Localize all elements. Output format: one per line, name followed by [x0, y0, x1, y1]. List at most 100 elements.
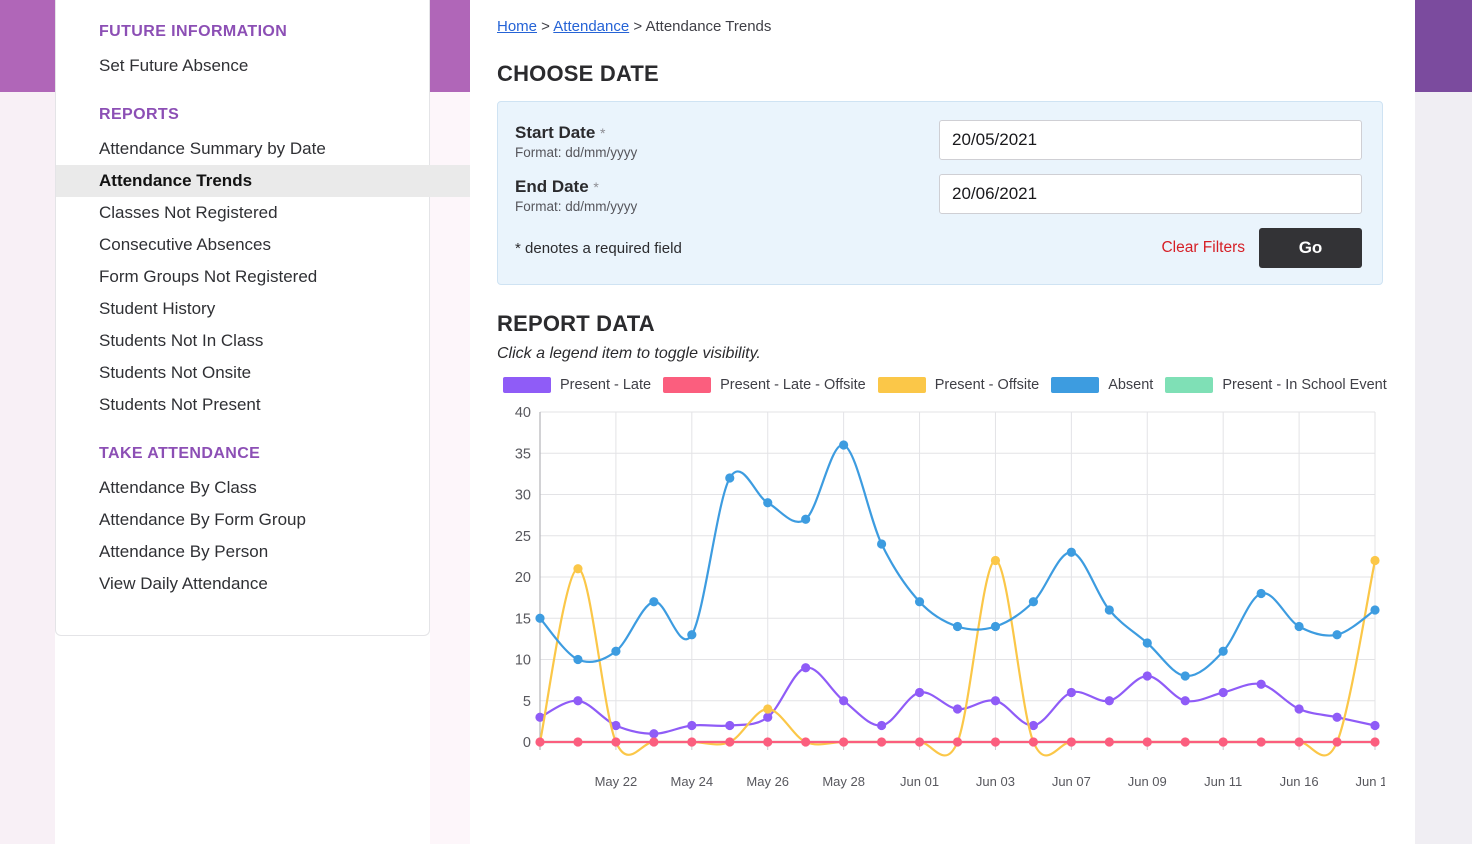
- data-point-3: [649, 729, 659, 739]
- sidebar-item-attendance-by-class[interactable]: Attendance By Class: [56, 472, 429, 504]
- data-point-11: [952, 621, 963, 632]
- data-point-7: [801, 663, 811, 673]
- sidebar-item-attendance-summary-by-date[interactable]: Attendance Summary by Date: [56, 133, 429, 165]
- x-axis-label-9: Jun 16: [1280, 774, 1319, 789]
- data-point-9: [876, 737, 887, 747]
- data-point-5: [725, 473, 735, 483]
- y-axis-label-10: 10: [515, 653, 531, 669]
- data-point-17: [1180, 696, 1190, 706]
- data-point-10: [914, 597, 925, 607]
- page-edge-right-pink: [1415, 92, 1472, 844]
- data-point-20: [1294, 737, 1304, 747]
- sidebar-item-students-not-in-class[interactable]: Students Not In Class: [56, 325, 429, 357]
- data-point-21: [1332, 712, 1342, 722]
- end-date-input[interactable]: [939, 174, 1362, 214]
- data-point-7: [801, 514, 811, 524]
- data-point-18: [1218, 737, 1228, 747]
- data-point-5: [725, 720, 735, 731]
- sidebar-item-view-daily-attendance[interactable]: View Daily Attendance: [56, 568, 429, 600]
- x-axis-label-4: Jun 01: [900, 774, 939, 789]
- data-point-4: [687, 630, 697, 640]
- sidebar-item-consecutive-absences[interactable]: Consecutive Absences: [56, 229, 429, 261]
- legend-item-present-late-offsite[interactable]: Present - Late - Offsite: [663, 377, 866, 393]
- data-point-22: [1370, 555, 1380, 566]
- x-axis-label-1: May 24: [670, 774, 713, 789]
- required-field-note: * denotes a required field: [515, 239, 682, 257]
- start-date-input[interactable]: [939, 120, 1362, 160]
- end-date-label-group: End Date * Format: dd/mm/yyyy: [515, 174, 939, 214]
- legend-swatch-icon-3: [1051, 377, 1100, 393]
- data-point-9: [876, 539, 887, 549]
- data-point-1: [573, 737, 583, 747]
- x-axis-label-10: Jun 18: [1355, 774, 1385, 789]
- clear-filters-link[interactable]: Clear Filters: [1161, 239, 1245, 257]
- breadcrumb-link-attendance[interactable]: Attendance: [553, 18, 629, 35]
- series-present-late-offsite: [535, 737, 1380, 747]
- data-point-10: [914, 687, 925, 698]
- sidebar-list-0: Set Future Absence: [56, 50, 429, 82]
- data-point-19: [1256, 737, 1266, 747]
- data-point-8: [839, 696, 849, 706]
- data-point-1: [573, 696, 583, 706]
- page-gutter-pink: [430, 92, 470, 844]
- data-point-13: [1028, 597, 1039, 607]
- sidebar-item-attendance-by-form-group[interactable]: Attendance By Form Group: [56, 504, 429, 536]
- data-point-1: [573, 564, 583, 574]
- legend-swatch-icon-0: [503, 377, 551, 393]
- legend-item-present-in-school-event[interactable]: Present - In School Event: [1165, 377, 1387, 393]
- legend-item-present-late[interactable]: Present - Late: [503, 377, 651, 393]
- series-line: [538, 443, 1377, 678]
- data-point-20: [1294, 621, 1304, 632]
- data-point-4: [687, 737, 697, 747]
- go-button[interactable]: Go: [1259, 228, 1362, 268]
- sidebar-list-1: Attendance Summary by Date Attendance Tre…: [56, 133, 474, 421]
- end-date-label-text: End Date: [515, 177, 589, 196]
- x-axis-label-8: Jun 11: [1204, 774, 1242, 789]
- y-axis-label-5: 5: [523, 694, 531, 710]
- sidebar-item-students-not-onsite[interactable]: Students Not Onsite: [56, 357, 429, 389]
- data-point-0: [535, 613, 545, 623]
- sidebar-item-attendance-by-person[interactable]: Attendance By Person: [56, 536, 429, 568]
- data-point-22: [1370, 737, 1380, 747]
- data-point-8: [839, 737, 849, 747]
- report-data-title: REPORT DATA: [497, 311, 655, 336]
- start-date-required-star: *: [600, 125, 606, 141]
- data-point-13: [1028, 737, 1039, 747]
- sidebar-item-form-groups-not-registered[interactable]: Form Groups Not Registered: [56, 261, 429, 293]
- start-date-label-text: Start Date: [515, 123, 596, 142]
- breadcrumb-link-home[interactable]: Home: [497, 18, 537, 35]
- legend-label-1: Present - Late - Offsite: [720, 377, 866, 393]
- data-point-7: [801, 737, 811, 747]
- data-point-12: [990, 621, 1001, 632]
- data-point-19: [1256, 679, 1266, 689]
- sidebar-item-students-not-present[interactable]: Students Not Present: [56, 389, 429, 421]
- sidebar-nav: FUTURE INFORMATION Set Future Absence REPO…: [55, 0, 474, 636]
- legend-item-absent[interactable]: Absent: [1051, 377, 1153, 393]
- legend-swatch-icon-4: [1165, 377, 1214, 393]
- data-point-15: [1104, 696, 1114, 706]
- data-point-1: [573, 654, 583, 665]
- sidebar-heading-2: TAKE ATTENDANCE: [99, 445, 261, 462]
- sidebar-section-2: TAKE ATTENDANCE Attendance By Class Attend…: [56, 421, 429, 600]
- start-date-label-group: Start Date * Format: dd/mm/yyyy: [515, 120, 939, 160]
- sidebar-item-classes-not-registered[interactable]: Classes Not Registered: [56, 197, 429, 229]
- data-point-20: [1294, 704, 1304, 714]
- series-present-offsite: [538, 555, 1380, 757]
- sidebar-item-student-history[interactable]: Student History: [56, 293, 429, 325]
- sidebar-heading-0: FUTURE INFORMATION: [99, 23, 288, 40]
- data-point-6: [763, 704, 773, 714]
- x-axis-label-0: May 22: [595, 774, 638, 789]
- sidebar-item-attendance-trends[interactable]: Attendance Trends: [56, 165, 474, 197]
- y-axis-label-40: 40: [515, 405, 531, 421]
- data-point-8: [839, 440, 849, 450]
- choose-date-panel: Start Date * Format: dd/mm/yyyy End Date…: [497, 101, 1383, 285]
- end-date-format-hint: Format: dd/mm/yyyy: [515, 199, 638, 214]
- data-point-16: [1142, 737, 1152, 747]
- sidebar-item-set-future-absence[interactable]: Set Future Absence: [56, 50, 429, 82]
- data-point-16: [1142, 671, 1152, 681]
- legend-item-present-offsite[interactable]: Present - Offsite: [877, 377, 1039, 393]
- data-point-2: [611, 737, 621, 747]
- sidebar-section-1: REPORTS Attendance Summary by Date Attenda…: [56, 82, 474, 421]
- y-axis-label-30: 30: [515, 488, 531, 504]
- legend-swatch-icon-2: [877, 377, 926, 393]
